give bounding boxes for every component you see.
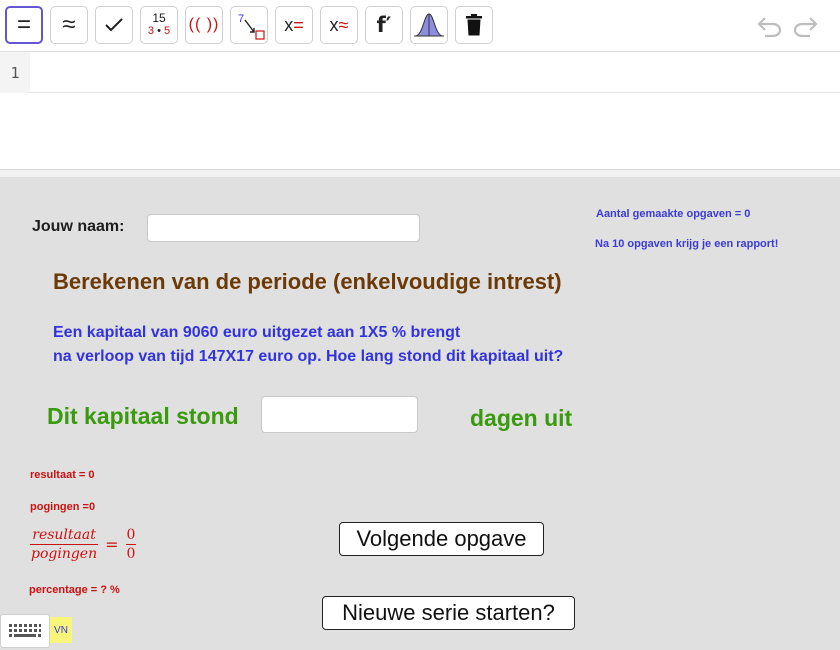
expand-tool-button[interactable]: (( )) bbox=[185, 6, 223, 44]
resultaat-text: resultaat = 0 bbox=[30, 469, 95, 481]
label-fraction: resultaat pogingen bbox=[30, 527, 99, 562]
answer-prefix: Dit kapitaal stond bbox=[47, 403, 239, 429]
solve-tool-button[interactable]: x= bbox=[275, 6, 313, 44]
exercise-count: Aantal gemaakte opgaven = 0 bbox=[596, 208, 751, 220]
keyboard-icon bbox=[9, 624, 41, 637]
new-series-button[interactable]: Nieuwe serie starten? bbox=[322, 596, 575, 630]
report-notice: Na 10 opgaven krijg je een rapport! bbox=[595, 238, 779, 250]
substitute-tool-button[interactable]: 7 bbox=[230, 6, 268, 44]
name-input[interactable] bbox=[147, 214, 420, 242]
graphics-view: Jouw naam: Aantal gemaakte opgaven = 0 N… bbox=[0, 177, 840, 650]
check-icon bbox=[105, 18, 123, 32]
factor-top-label: 15 bbox=[152, 11, 166, 25]
answer-input[interactable] bbox=[261, 396, 418, 433]
toolbar: = ≈ 15 3 • 5 (( )) 7 x= x≈ f′ bbox=[0, 0, 840, 52]
nsolve-tool-button[interactable]: x≈ bbox=[320, 6, 358, 44]
probability-tool-button[interactable] bbox=[410, 6, 448, 44]
undo-button[interactable] bbox=[754, 12, 784, 40]
trash-icon bbox=[466, 14, 482, 36]
view-divider[interactable] bbox=[0, 170, 840, 177]
undo-icon bbox=[757, 17, 782, 37]
percentage-text: percentage = ? % bbox=[29, 584, 120, 596]
factor-bottom-label: 3 • 5 bbox=[147, 25, 171, 37]
answer-suffix: dagen uit bbox=[470, 405, 573, 431]
substitute-icon: 7 bbox=[238, 13, 265, 40]
approx-tool-button[interactable]: ≈ bbox=[50, 6, 88, 44]
redo-button[interactable] bbox=[791, 12, 821, 40]
name-label: Jouw naam: bbox=[32, 218, 125, 235]
svg-text:7: 7 bbox=[238, 13, 244, 25]
fraction-equals: = bbox=[105, 535, 119, 554]
question-line-2: na verloop van tijd 147X17 euro op. Hoe … bbox=[53, 348, 564, 365]
value-fraction: 0 0 bbox=[125, 527, 137, 562]
algebra-row-number: 1 bbox=[0, 52, 30, 93]
equals-icon: = bbox=[16, 11, 31, 38]
keyboard-toggle-button[interactable] bbox=[0, 614, 50, 648]
approx-icon: ≈ bbox=[62, 11, 76, 38]
language-badge: VN bbox=[50, 617, 72, 643]
factor-tool-button[interactable]: 15 3 • 5 bbox=[140, 6, 178, 44]
algebra-view: 1 bbox=[0, 52, 840, 170]
delete-tool-button[interactable] bbox=[455, 6, 493, 44]
equals-tool-button[interactable]: = bbox=[5, 6, 43, 44]
derivative-tool-button[interactable]: f′ bbox=[365, 6, 403, 44]
solve-icon: x= bbox=[284, 14, 304, 35]
parentheses-icon: (( )) bbox=[188, 16, 220, 33]
derivative-icon: f′ bbox=[376, 13, 392, 37]
exercise-title: Berekenen van de periode (enkelvoudige i… bbox=[53, 269, 562, 294]
score-fraction: resultaat pogingen = 0 0 bbox=[30, 527, 137, 562]
pogingen-text: pogingen =0 bbox=[30, 501, 96, 513]
nsolve-icon: x≈ bbox=[329, 14, 349, 35]
redo-icon bbox=[793, 17, 818, 37]
next-exercise-button[interactable]: Volgende opgave bbox=[339, 522, 544, 556]
question-line-1: Een kapitaal van 9060 euro uitgezet aan … bbox=[53, 324, 461, 341]
algebra-input[interactable] bbox=[30, 52, 840, 93]
check-tool-button[interactable] bbox=[95, 6, 133, 44]
bell-curve-icon bbox=[414, 13, 444, 37]
